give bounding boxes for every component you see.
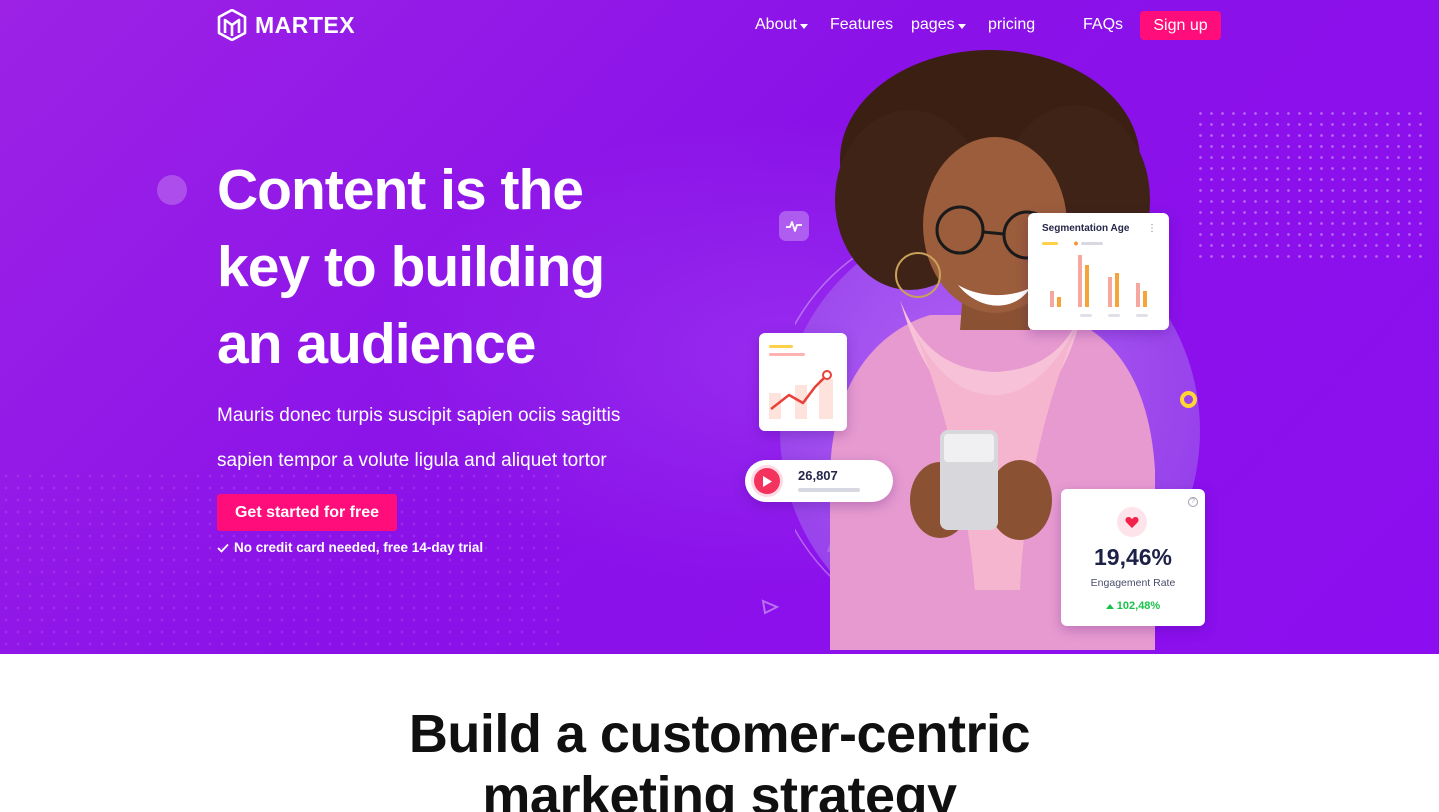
decorative-triangle xyxy=(761,599,780,615)
chevron-down-icon xyxy=(799,23,808,29)
decorative-circle xyxy=(157,175,187,205)
engagement-change: 102,48% xyxy=(1061,600,1205,612)
growth-chart-card xyxy=(759,333,847,431)
engagement-label: Engagement Rate xyxy=(1090,577,1176,589)
nav-item-faqs[interactable]: FAQs xyxy=(1083,16,1123,34)
check-icon xyxy=(217,543,229,553)
arrow-up-icon xyxy=(1105,603,1114,609)
heart-icon xyxy=(1125,516,1139,528)
heart-badge xyxy=(1117,507,1147,537)
decorative-ring xyxy=(1180,391,1197,408)
play-button[interactable] xyxy=(751,465,783,497)
section-title: Build a customer-centric marketing strat… xyxy=(0,703,1439,812)
hero-headline: Content is the key to building an audien… xyxy=(217,152,737,383)
nav-item-pages[interactable]: pages xyxy=(911,16,966,34)
headline-line: Content is the xyxy=(217,158,584,222)
hero-subtext: Mauris donec turpis suscipit sapien ocii… xyxy=(217,393,697,483)
signup-button[interactable]: Sign up xyxy=(1140,11,1221,40)
segmentation-card: Segmentation Age ⋮ xyxy=(1028,213,1169,330)
section-title-line: marketing strategy xyxy=(482,766,957,812)
nav-item-label: Features xyxy=(830,16,894,33)
subtext-line: sapien tempor a volute ligula and alique… xyxy=(217,450,607,471)
nav-item-label: FAQs xyxy=(1083,16,1124,33)
section-title-line: Build a customer-centric xyxy=(408,704,1031,764)
dot-pattern-right xyxy=(1195,108,1425,258)
subtext-line: Mauris donec turpis suscipit sapien ocii… xyxy=(217,405,621,426)
video-views-card: 26,807 xyxy=(745,460,893,502)
help-icon[interactable]: ? xyxy=(1188,497,1198,507)
nav-item-label: pricing xyxy=(988,16,1036,33)
play-icon xyxy=(763,475,772,487)
brand-logo[interactable]: MARTEX xyxy=(217,9,355,41)
engagement-card: ? 19,46% Engagement Rate 102,48% xyxy=(1061,489,1205,626)
nav-item-about[interactable]: About xyxy=(755,16,808,34)
nav-item-features[interactable]: Features xyxy=(830,16,893,34)
view-count: 26,807 xyxy=(798,468,838,483)
chevron-down-icon xyxy=(957,23,966,29)
get-started-button[interactable]: Get started for free xyxy=(217,494,397,531)
engagement-change-value: 102,48% xyxy=(1116,600,1161,612)
trial-note: No credit card needed, free 14-day trial xyxy=(217,540,483,555)
headline-line: key to building xyxy=(217,235,605,299)
trial-note-text: No credit card needed, free 14-day trial xyxy=(234,540,484,555)
logo-icon xyxy=(217,9,247,41)
nav-item-pricing[interactable]: pricing xyxy=(988,16,1035,34)
pulse-icon xyxy=(779,211,809,241)
hero-section: MARTEX About Features pages pricing FAQs… xyxy=(0,0,1439,654)
top-nav: MARTEX About Features pages pricing FAQs… xyxy=(0,0,1439,52)
nav-item-label: About xyxy=(755,16,797,33)
brand-name: MARTEX xyxy=(255,11,356,38)
headline-line: an audience xyxy=(217,312,536,376)
view-count-bar xyxy=(798,488,860,492)
engagement-value: 19,46% xyxy=(1093,544,1172,570)
nav-item-label: pages xyxy=(911,16,955,33)
